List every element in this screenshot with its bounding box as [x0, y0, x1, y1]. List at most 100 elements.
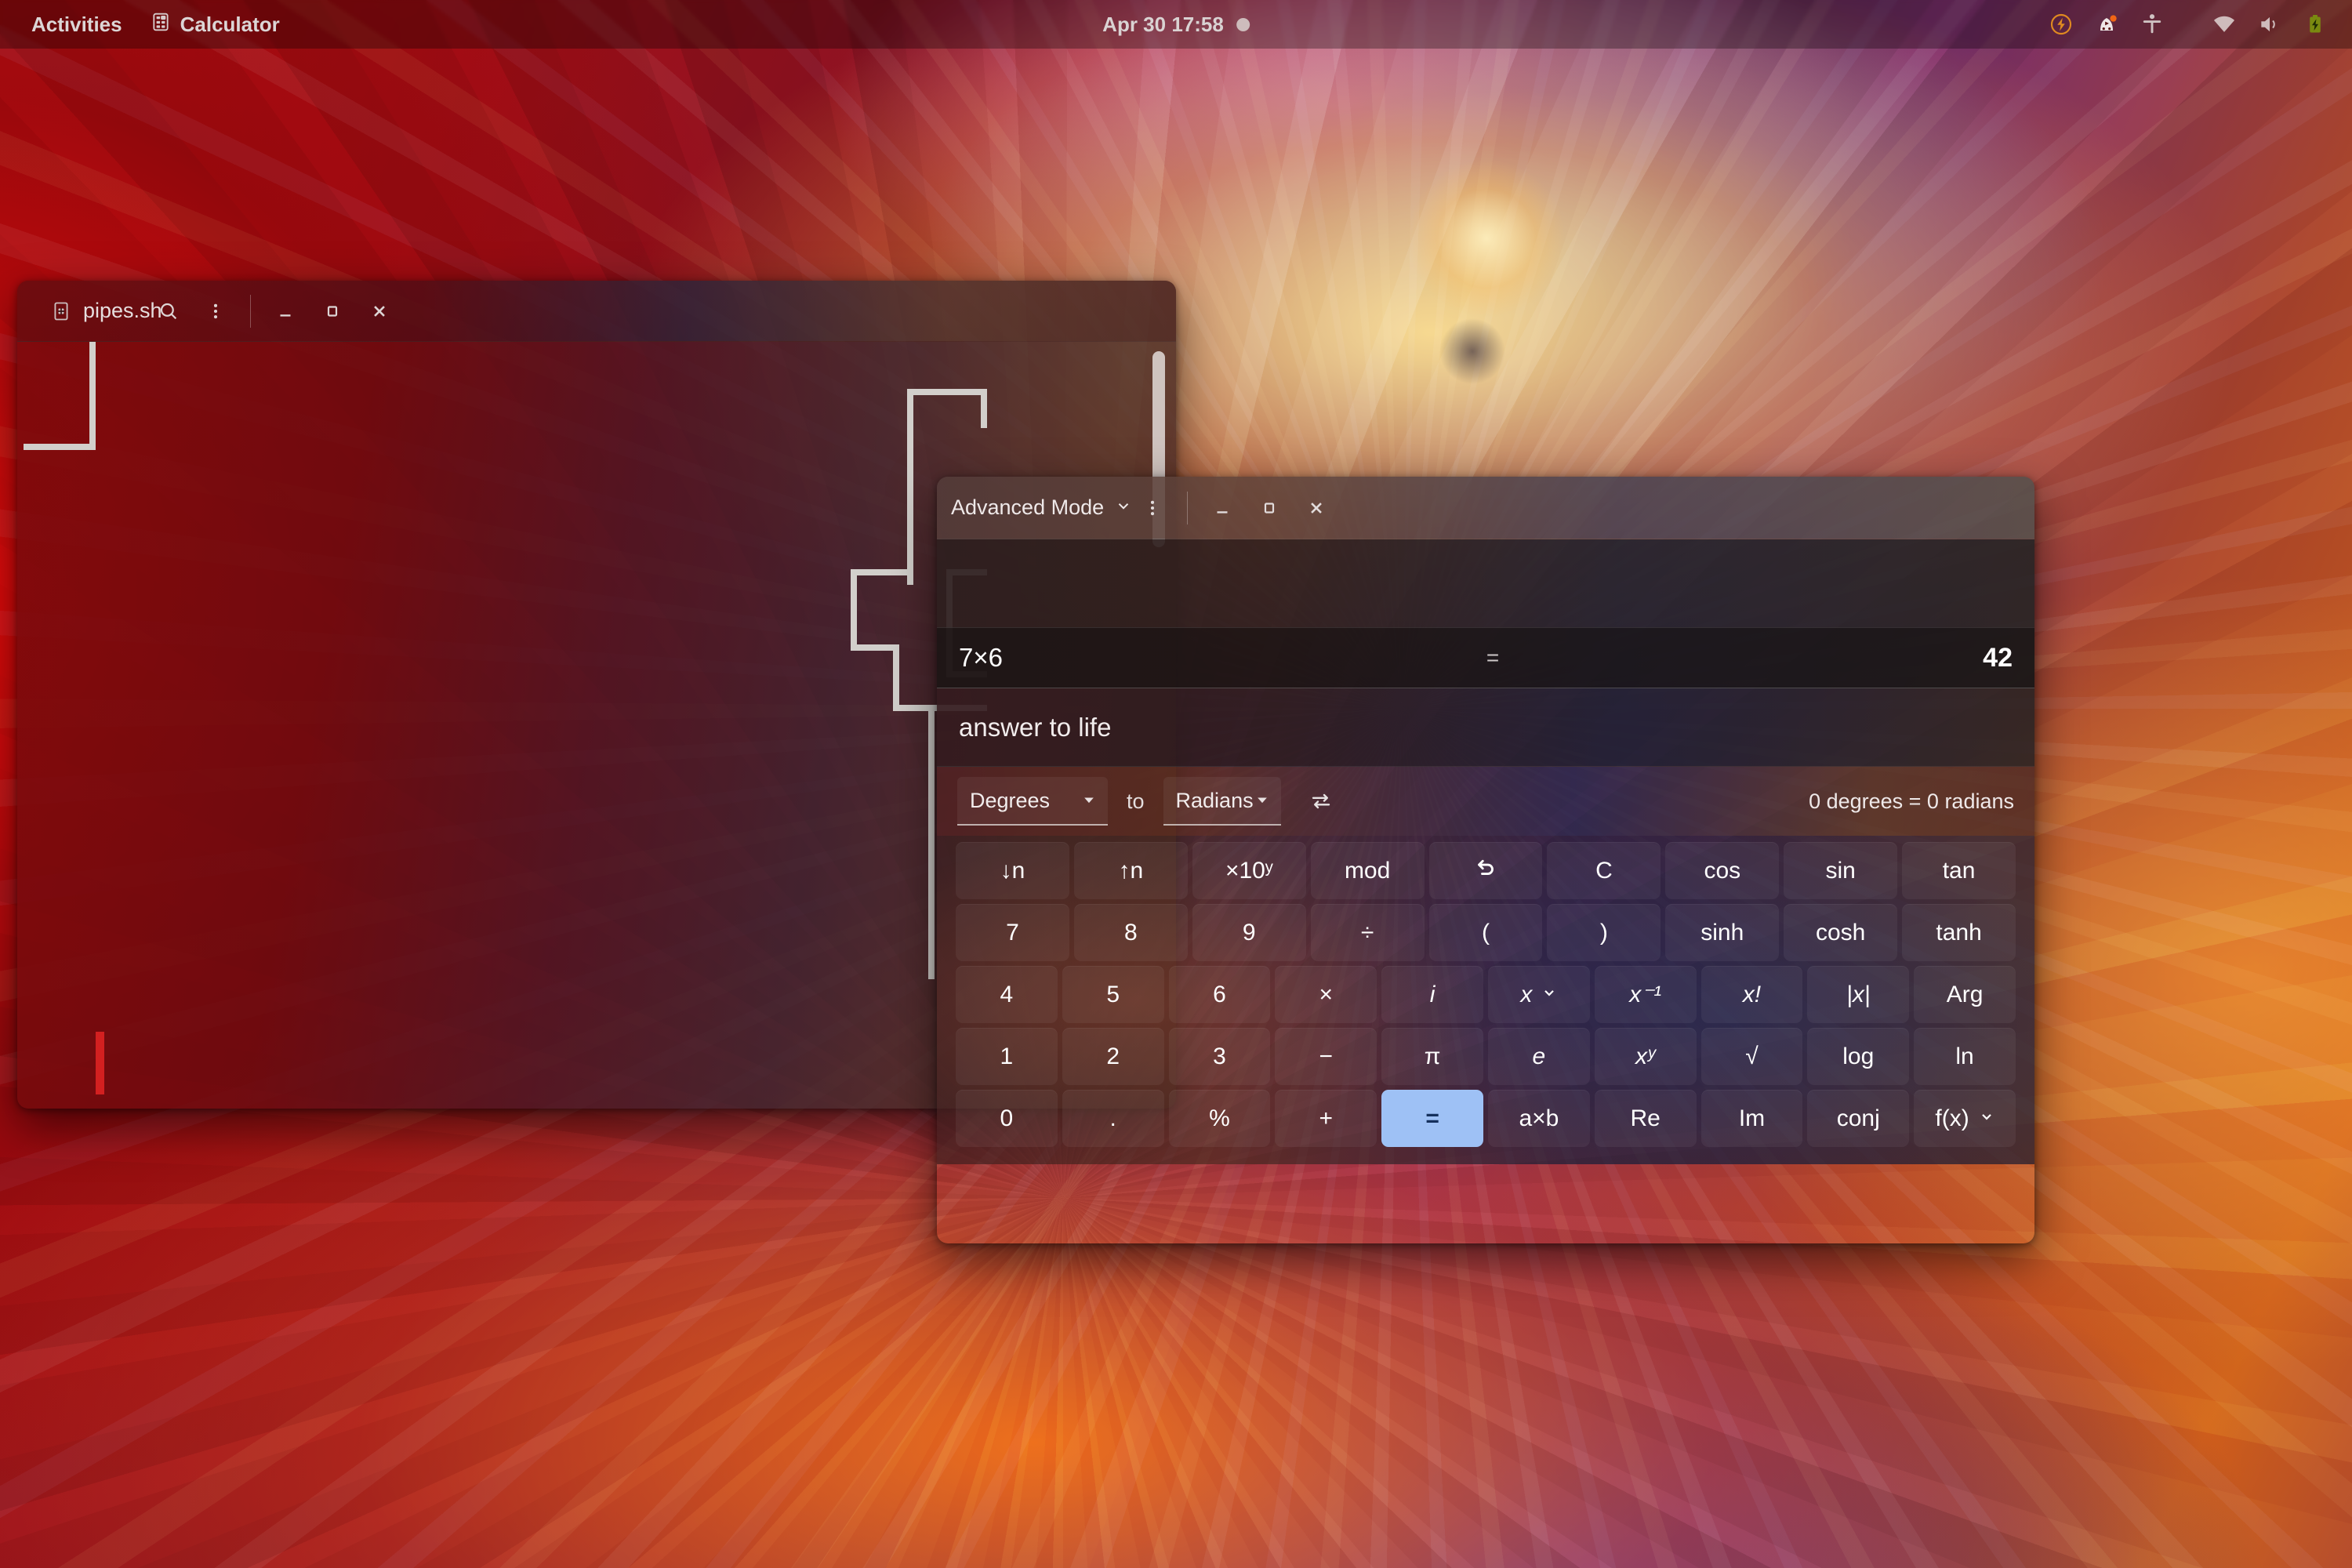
key-label: 9: [1242, 919, 1256, 946]
history-entry[interactable]: 7×6 = 42: [937, 627, 2034, 688]
conversion-to-select[interactable]: Radians: [1163, 777, 1281, 826]
power-key[interactable]: xʸ: [1594, 1028, 1697, 1085]
mod-key[interactable]: mod: [1310, 842, 1425, 899]
cos-key[interactable]: cos: [1665, 842, 1780, 899]
reciprocal-key[interactable]: x⁻¹: [1594, 966, 1697, 1023]
divide-key[interactable]: ÷: [1310, 904, 1425, 961]
terminal-titlebar[interactable]: pipes.sh: [17, 281, 1176, 342]
kebab-menu-icon[interactable]: [1131, 486, 1174, 530]
history-result: 42: [1983, 642, 2013, 673]
imaginary-unit-key[interactable]: i: [1381, 966, 1483, 1023]
log-key[interactable]: log: [1807, 1028, 1910, 1085]
maximize-icon[interactable]: [1247, 486, 1291, 530]
conversion-from-select[interactable]: Degrees: [957, 777, 1108, 826]
tan-key[interactable]: tan: [1902, 842, 2016, 899]
minimize-icon[interactable]: [1200, 486, 1244, 530]
key-label: ↑n: [1118, 857, 1144, 884]
superscript-key[interactable]: ↑n: [1073, 842, 1188, 899]
undo-key[interactable]: [1428, 842, 1543, 899]
clock-button[interactable]: Apr 30 17:58: [1102, 0, 1250, 49]
close-icon[interactable]: [358, 289, 401, 333]
history-equals-sign: =: [1486, 645, 1500, 670]
real-part-key[interactable]: Re: [1594, 1090, 1697, 1147]
kebab-menu-icon[interactable]: [194, 289, 238, 333]
key-label: a×b: [1519, 1105, 1559, 1131]
digit-8-key[interactable]: 8: [1073, 904, 1188, 961]
digit-4-key[interactable]: 4: [956, 966, 1058, 1023]
argument-key[interactable]: Arg: [1914, 966, 2016, 1023]
swap-arrows-icon[interactable]: [1298, 779, 1344, 824]
square-root-key[interactable]: √: [1700, 1028, 1803, 1085]
maximize-icon[interactable]: [310, 289, 354, 333]
imaginary-part-key[interactable]: Im: [1700, 1090, 1803, 1147]
search-icon[interactable]: [147, 289, 191, 333]
activities-label: Activities: [31, 12, 122, 36]
functions-key[interactable]: f(x): [1914, 1090, 2016, 1147]
calculator-window[interactable]: Advanced Mode 7×6 = 42 answer to life De…: [937, 477, 2034, 1243]
minimize-icon[interactable]: [263, 289, 307, 333]
chevron-down-icon: [1115, 495, 1132, 520]
calculator-keypad: ↓n ↑n ×10ʸ mod C cos sin tan 7 8 9 ÷ ()…: [937, 836, 2034, 1164]
digit-0-key[interactable]: 0: [956, 1090, 1058, 1147]
absolute-value-key[interactable]: |x|: [1807, 966, 1910, 1023]
plus-key[interactable]: +: [1275, 1090, 1377, 1147]
key-label: ↓n: [1000, 857, 1025, 884]
digit-1-key[interactable]: 1: [956, 1028, 1058, 1085]
pipe-segment: [893, 644, 899, 711]
subscript-key[interactable]: ↓n: [956, 842, 1069, 899]
key-label: =: [1425, 1105, 1439, 1131]
digit-2-key[interactable]: 2: [1062, 1028, 1164, 1085]
multiply-ab-key[interactable]: a×b: [1487, 1090, 1590, 1147]
percent-key[interactable]: %: [1168, 1090, 1271, 1147]
close-icon[interactable]: [1294, 486, 1338, 530]
pi-key[interactable]: π: [1381, 1028, 1483, 1085]
key-label: cos: [1704, 857, 1741, 884]
euler-key[interactable]: e: [1487, 1028, 1590, 1085]
keypad-row: 0 . % + = a×b Re Im conj f(x): [956, 1090, 2016, 1147]
digit-3-key[interactable]: 3: [1168, 1028, 1271, 1085]
pipe-segment: [851, 569, 913, 575]
factorial-key[interactable]: x!: [1700, 966, 1803, 1023]
pipe-segment: [907, 389, 987, 395]
calculator-entry-field[interactable]: answer to life: [937, 688, 2034, 767]
digit-7-key[interactable]: 7: [956, 904, 1069, 961]
open-paren-key[interactable]: (: [1428, 904, 1543, 961]
mode-selector-button[interactable]: Advanced Mode: [937, 491, 1146, 524]
minus-key[interactable]: −: [1275, 1028, 1377, 1085]
system-status-area[interactable]: [2038, 0, 2338, 49]
key-label: x⁻¹: [1629, 982, 1662, 1007]
digit-9-key[interactable]: 9: [1192, 904, 1306, 961]
key-label: sin: [1825, 857, 1856, 884]
key-label: √: [1745, 1043, 1759, 1069]
app-menu-button[interactable]: Calculator: [136, 7, 294, 42]
accessibility-icon: [2129, 0, 2175, 49]
equals-key[interactable]: =: [1381, 1090, 1483, 1147]
titlebar-separator: [1187, 491, 1189, 524]
sinh-key[interactable]: sinh: [1665, 904, 1780, 961]
decimal-point-key[interactable]: .: [1062, 1090, 1164, 1147]
activities-button[interactable]: Activities: [17, 8, 136, 42]
key-label: 2: [1106, 1043, 1120, 1069]
conversion-to-unit-label: Radians: [1175, 788, 1254, 812]
variable-x-key[interactable]: x: [1487, 966, 1590, 1023]
key-label: Arg: [1946, 981, 1984, 1007]
key-label: sinh: [1700, 919, 1744, 946]
key-label: x: [1520, 981, 1533, 1007]
multiply-key[interactable]: ×: [1275, 966, 1377, 1023]
close-paren-key[interactable]: ): [1547, 904, 1661, 961]
clear-key[interactable]: C: [1547, 842, 1661, 899]
key-label: log: [1842, 1043, 1875, 1069]
digit-6-key[interactable]: 6: [1168, 966, 1271, 1023]
ln-key[interactable]: ln: [1914, 1028, 2016, 1085]
digit-5-key[interactable]: 5: [1062, 966, 1164, 1023]
titlebar-separator: [249, 294, 251, 328]
key-label: f(x): [1935, 1105, 1969, 1131]
conjugate-key[interactable]: conj: [1807, 1090, 1910, 1147]
exponent-key[interactable]: ×10ʸ: [1192, 842, 1306, 899]
key-label: 7: [1006, 919, 1019, 946]
sin-key[interactable]: sin: [1784, 842, 1898, 899]
tanh-key[interactable]: tanh: [1902, 904, 2016, 961]
cosh-key[interactable]: cosh: [1784, 904, 1898, 961]
key-label: xʸ: [1635, 1043, 1656, 1069]
calculator-titlebar[interactable]: Advanced Mode: [937, 477, 2034, 539]
